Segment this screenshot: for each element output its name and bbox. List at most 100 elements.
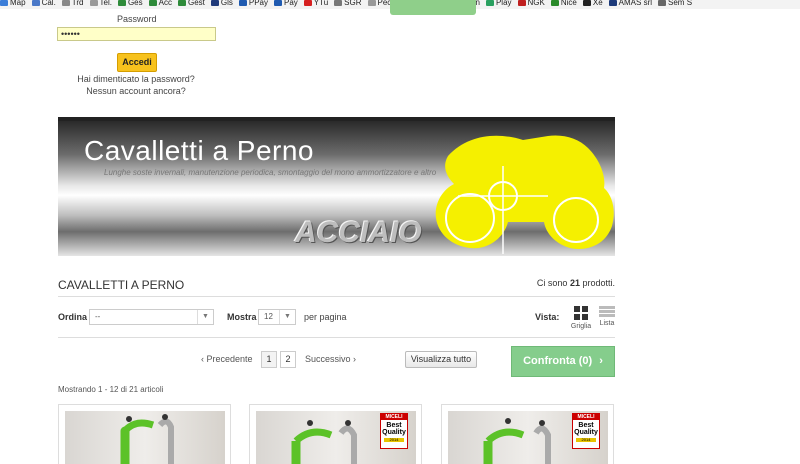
- product-card[interactable]: [58, 404, 231, 464]
- count-value: 21: [569, 278, 580, 288]
- banner-subtitle: Lunghe soste invernali, manutenzione per…: [104, 168, 437, 177]
- bookmark-label: Xe: [592, 0, 603, 7]
- badge-main: Best Quality: [574, 422, 598, 436]
- bookmark-item[interactable]: Play: [485, 0, 512, 9]
- bookmark-item[interactable]: Tel.: [89, 0, 112, 9]
- no-account-link[interactable]: Nessun account ancora?: [60, 85, 212, 97]
- password-field[interactable]: ••••••: [57, 27, 216, 41]
- per-page-value: 12: [264, 312, 273, 321]
- compare-label: Confronta (0): [523, 355, 593, 367]
- prev-label: Precedente: [206, 354, 253, 364]
- bookmark-label: Nice: [560, 0, 577, 7]
- chevron-down-icon: ▼: [197, 310, 213, 324]
- page-2-button[interactable]: 2: [280, 351, 296, 368]
- acc-icon: [148, 0, 157, 6]
- youtube-icon: [303, 0, 312, 6]
- bookmark-label: Map: [10, 0, 26, 7]
- grid-icon: [574, 306, 588, 320]
- gest-icon: [177, 0, 186, 6]
- prev-page-link[interactable]: ‹ Precedente: [201, 354, 253, 364]
- list-view-button[interactable]: Lista: [597, 306, 617, 327]
- per-page-label: per pagina: [304, 312, 347, 322]
- login-button[interactable]: Accedi: [117, 53, 157, 72]
- bookmark-label: YTu: [313, 0, 329, 7]
- map-icon: [0, 0, 8, 6]
- sort-label: Ordina: [58, 312, 88, 322]
- bookmark-label: PPay: [248, 0, 268, 7]
- bookmark-label: Pay: [284, 0, 298, 7]
- bookmark-label: AMAS srl: [618, 0, 653, 7]
- bookmark-item[interactable]: Ges: [117, 0, 143, 9]
- product-image[interactable]: MICELI Best Quality 2014: [448, 411, 608, 464]
- product-image[interactable]: MICELI Best Quality 2014: [256, 411, 416, 464]
- bookmark-item[interactable]: Xe: [582, 0, 603, 9]
- bookmark-item[interactable]: Pay: [274, 0, 298, 9]
- paypal-icon: [238, 0, 247, 6]
- divider: [58, 337, 615, 338]
- banner-title: Cavalletti a Perno: [84, 135, 315, 166]
- xe-icon: [582, 0, 591, 6]
- badge-bottom: 2014: [576, 438, 596, 442]
- sort-select[interactable]: -- ▼: [89, 309, 214, 325]
- bookmark-item[interactable]: Map: [0, 0, 26, 9]
- bookmark-item[interactable]: Sem S: [658, 0, 692, 9]
- bookmark-label: Sem S: [668, 0, 693, 7]
- green-tab-edge: [390, 0, 476, 15]
- bookmark-label: NGK: [527, 0, 545, 7]
- compare-button[interactable]: Confronta (0) ›: [511, 346, 615, 377]
- phone-icon: [89, 0, 98, 6]
- bookmark-label: Acc: [158, 0, 172, 7]
- bookmark-label: Gest: [187, 0, 205, 7]
- per-page-select[interactable]: 12 ▼: [258, 309, 296, 325]
- list-icon: [599, 306, 615, 317]
- bookmark-item[interactable]: Gest: [177, 0, 205, 9]
- bookmark-item[interactable]: Pec: [367, 0, 391, 9]
- page-1-button[interactable]: 1: [261, 351, 277, 368]
- bookmark-item[interactable]: PPay: [238, 0, 268, 9]
- login-links: Hai dimenticato la password? Nessun acco…: [60, 73, 212, 97]
- bookmark-item[interactable]: Acc: [148, 0, 172, 9]
- category-banner: Cavalletti a Perno Lunghe soste invernal…: [58, 117, 615, 256]
- bookmark-item[interactable]: AMAS srl: [608, 0, 653, 9]
- bookmark-item[interactable]: Nice: [550, 0, 577, 9]
- product-image[interactable]: [65, 411, 225, 464]
- badge-top: MICELI: [381, 414, 407, 420]
- sgr-icon: [334, 0, 343, 6]
- pec-icon: [367, 0, 376, 6]
- count-prefix: Ci sono: [536, 278, 568, 288]
- bookmark-item[interactable]: Cal.: [31, 0, 56, 9]
- bookmark-item[interactable]: YTu: [303, 0, 329, 9]
- gls-icon: [210, 0, 219, 6]
- grid-view-button[interactable]: Griglia: [569, 306, 593, 330]
- trd-icon: [61, 0, 70, 6]
- view-label: Vista:: [535, 312, 560, 322]
- bookmark-label: SGR: [344, 0, 362, 7]
- list-label: Lista: [599, 320, 615, 327]
- play-icon: [485, 0, 494, 6]
- badge-bottom: 2014: [384, 438, 404, 442]
- badge-main: Best Quality: [382, 422, 406, 436]
- results-summary: Mostrando 1 - 12 di 21 articoli: [58, 385, 164, 394]
- bookmark-label: Ges: [127, 0, 143, 7]
- bookmark-label: Tel.: [99, 0, 112, 7]
- forgot-password-link[interactable]: Hai dimenticato la password?: [60, 73, 212, 85]
- bookmark-label: Play: [495, 0, 512, 7]
- password-label: Password: [117, 14, 157, 24]
- product-card[interactable]: MICELI Best Quality 2014: [441, 404, 614, 464]
- bookmark-item[interactable]: NGK: [517, 0, 545, 9]
- calendar-icon: [31, 0, 40, 6]
- next-label: Successivo: [305, 354, 351, 364]
- count-suffix: prodotti.: [582, 278, 615, 288]
- next-page-link[interactable]: Successivo ›: [305, 354, 356, 364]
- best-quality-badge: MICELI Best Quality 2014: [572, 413, 600, 449]
- show-label: Mostra: [227, 312, 257, 322]
- bookmark-item[interactable]: Trd: [61, 0, 84, 9]
- show-all-button[interactable]: Visualizza tutto: [405, 351, 477, 368]
- bookmark-label: Cal.: [41, 0, 56, 7]
- bookmark-item[interactable]: SGR: [334, 0, 362, 9]
- bookmark-item[interactable]: Gls: [210, 0, 233, 9]
- product-card[interactable]: MICELI Best Quality 2014: [249, 404, 422, 464]
- category-title: CAVALLETTI A PERNO: [58, 278, 185, 292]
- sem-icon: [658, 0, 667, 6]
- banner-material: ACCIAIO: [295, 216, 422, 249]
